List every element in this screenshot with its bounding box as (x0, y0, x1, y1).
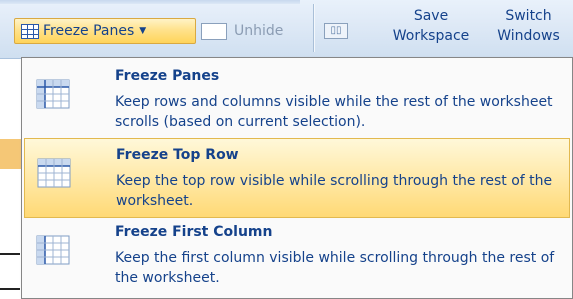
menu-item-freeze-top-row[interactable]: Freeze Top Row Keep the top row visible … (24, 138, 570, 218)
freeze-panes-menu: Freeze Panes Keep rows and columns visib… (21, 57, 573, 299)
freeze-panes-icon (21, 23, 39, 39)
switch-windows-button[interactable]: Switch Windows (484, 6, 573, 46)
freeze-panes-button[interactable]: Freeze Panes ▼ (14, 18, 196, 44)
menu-item-freeze-first-column[interactable]: Freeze First Column Keep the first colum… (24, 216, 570, 296)
unhide-icon (201, 22, 227, 40)
unhide-label: Unhide (234, 23, 284, 39)
switch-windows-label-line2: Windows (497, 28, 560, 44)
save-workspace-label-line1: Save (413, 8, 449, 24)
save-workspace-label-line2: Workspace (392, 28, 470, 44)
menu-item-description: Keep the first column visible while scro… (115, 250, 555, 286)
ribbon-view-tab: Freeze Panes ▼ Unhide ▯▯ Save Workspace … (0, 0, 573, 59)
unhide-button[interactable]: Unhide (201, 18, 283, 44)
menu-item-title: Freeze First Column (115, 224, 273, 240)
menu-item-title: Freeze Panes (115, 68, 220, 84)
ribbon-top-edge (0, 0, 300, 4)
chevron-down-icon: ▼ (139, 26, 147, 36)
save-workspace-button[interactable]: Save Workspace (381, 6, 481, 46)
switch-windows-label-line1: Switch (505, 8, 552, 24)
ribbon-separator (313, 4, 314, 52)
menu-item-description: Keep the top row visible while scrolling… (116, 173, 553, 209)
menu-item-freeze-panes[interactable]: Freeze Panes Keep rows and columns visib… (24, 60, 570, 140)
cell-border (0, 253, 20, 255)
freeze-first-column-icon (36, 235, 70, 265)
menu-item-title: Freeze Top Row (116, 147, 239, 163)
freeze-panes-label: Freeze Panes (43, 23, 135, 39)
menu-item-description: Keep rows and columns visible while the … (115, 94, 553, 130)
freeze-top-row-icon (37, 158, 71, 188)
freeze-panes-icon (36, 79, 70, 109)
cell-border (0, 288, 20, 290)
view-side-by-side-icon[interactable]: ▯▯ (324, 23, 348, 39)
